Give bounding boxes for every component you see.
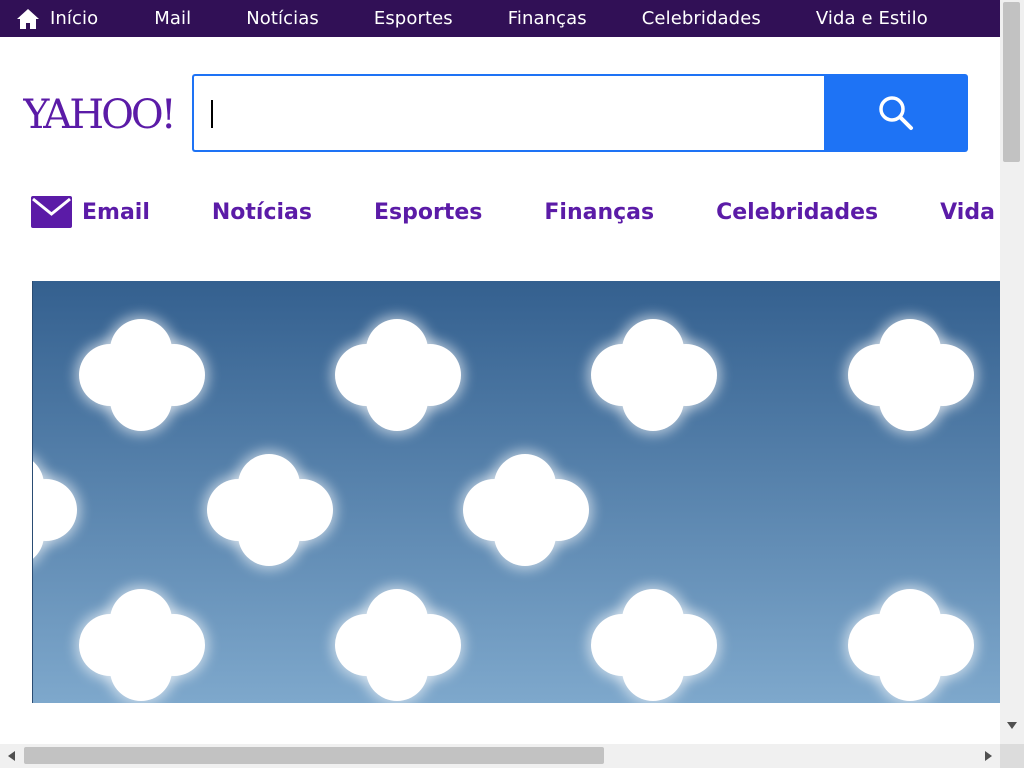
- scrollbar-corner: [1000, 744, 1024, 768]
- top-nav-label: Início: [50, 8, 99, 29]
- cloud-decoration: [335, 589, 465, 703]
- hero-banner[interactable]: [32, 281, 1001, 703]
- top-nav-item-noticias[interactable]: Notícias: [246, 8, 319, 29]
- top-nav-label: Celebridades: [641, 8, 761, 29]
- vertical-scrollbar[interactable]: [1000, 0, 1024, 744]
- scroll-right-arrow-icon[interactable]: [985, 751, 992, 761]
- cloud-decoration: [591, 589, 721, 703]
- vertical-scroll-thumb[interactable]: [1003, 2, 1020, 162]
- mail-icon: [31, 196, 72, 228]
- sub-nav-item-financas[interactable]: Finanças: [544, 200, 654, 225]
- top-nav-item-vida-e-estilo[interactable]: Vida e Estilo: [816, 8, 928, 29]
- scroll-down-arrow-icon[interactable]: [1007, 722, 1017, 729]
- search-box: [192, 74, 824, 152]
- top-nav-item-esportes[interactable]: Esportes: [374, 8, 453, 29]
- horizontal-scroll-thumb[interactable]: [24, 747, 604, 764]
- top-nav-label: Esportes: [373, 8, 453, 29]
- yahoo-logo[interactable]: YAHOO!: [23, 92, 173, 136]
- top-nav-label: Mail: [154, 8, 192, 29]
- cloud-decoration: [591, 319, 721, 434]
- sub-nav-item-celebridades[interactable]: Celebridades: [716, 200, 878, 225]
- sub-nav-label: Celebridades: [716, 199, 879, 225]
- cloud-decoration: [79, 589, 209, 703]
- cloud-decoration: [79, 319, 209, 434]
- secondary-nav: Email Notícias Esportes Finanças Celebri…: [31, 190, 1000, 234]
- text-caret: [211, 100, 213, 128]
- sub-nav-label: Notícias: [211, 199, 312, 225]
- top-nav-label: Notícias: [246, 8, 319, 29]
- top-nav-label: Finanças: [507, 8, 587, 29]
- sub-nav-label: Esportes: [374, 199, 483, 225]
- sub-nav-label: Vida: [940, 199, 995, 225]
- top-nav-item-celebridades[interactable]: Celebridades: [642, 8, 761, 29]
- cloud-decoration: [848, 589, 978, 703]
- cloud-decoration: [848, 319, 978, 434]
- cloud-decoration: [463, 454, 593, 569]
- top-nav-item-financas[interactable]: Finanças: [508, 8, 587, 29]
- scroll-left-arrow-icon[interactable]: [8, 751, 15, 761]
- horizontal-scrollbar[interactable]: [0, 744, 1000, 768]
- sub-nav-item-esportes[interactable]: Esportes: [374, 200, 482, 225]
- sub-nav-label: Finanças: [544, 199, 655, 225]
- cloud-decoration: [33, 454, 81, 569]
- logo-text: YAHOO!: [23, 92, 173, 136]
- sub-nav-label: Email: [82, 199, 150, 225]
- cloud-decoration: [335, 319, 465, 434]
- cloud-decoration: [207, 454, 337, 569]
- search-form: [192, 74, 968, 152]
- search-input[interactable]: [194, 76, 810, 150]
- sub-nav-item-vida[interactable]: Vida: [940, 200, 995, 225]
- home-icon: [17, 8, 39, 29]
- sub-nav-item-noticias[interactable]: Notícias: [212, 200, 312, 225]
- top-nav-item-mail[interactable]: Mail: [154, 8, 191, 29]
- top-nav-bar: Início Mail Notícias Esportes Finanças C…: [0, 0, 1000, 37]
- search-button[interactable]: [824, 74, 968, 152]
- sub-nav-item-email[interactable]: Email: [31, 196, 150, 228]
- search-icon: [879, 96, 913, 130]
- top-nav-label: Vida e Estilo: [815, 8, 928, 29]
- top-nav-item-inicio[interactable]: Início: [16, 8, 98, 30]
